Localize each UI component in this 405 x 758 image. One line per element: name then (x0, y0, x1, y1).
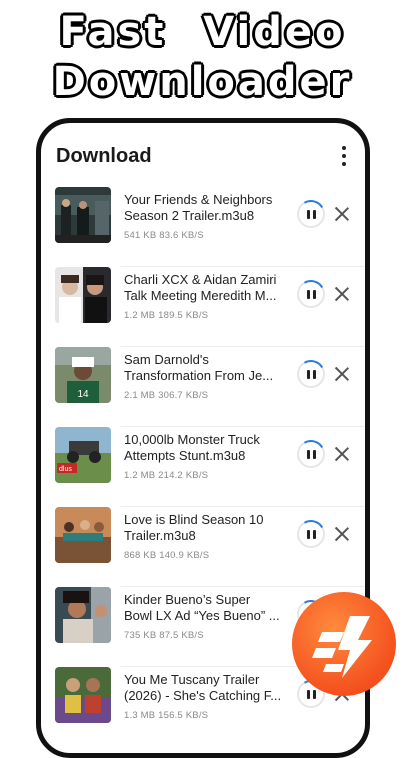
download-title-line2: Season 2 Trailer.m3u8 (124, 208, 255, 223)
pause-icon (307, 450, 310, 459)
pause-button[interactable] (293, 436, 329, 472)
download-size: 1.2 MB (124, 310, 156, 321)
download-title: Your Friends & Neighbors (124, 192, 273, 207)
promo-line-2: Downloader (52, 59, 353, 105)
pause-icon (307, 530, 310, 539)
download-title-line2: Trailer.m3u8 (124, 528, 196, 543)
download-title: Kinder Bueno’s Super (124, 592, 251, 607)
download-title-line2: (2026) - She's Catching F... (124, 688, 282, 703)
download-title-line2: Talk Meeting Meredith M... (124, 288, 277, 303)
page-title: Download (56, 145, 152, 167)
download-speed: 214.2 KB/S (158, 470, 209, 481)
download-title-line2: Attempts Stunt.m3u8 (124, 448, 246, 463)
close-icon[interactable] (334, 526, 350, 542)
video-thumbnail (55, 667, 111, 723)
pause-icon (307, 290, 310, 299)
download-item[interactable]: Your Friends & Neighbors Season 2 Trailer… (41, 187, 365, 267)
download-item[interactable]: 14 Sam Darnold's Transformation From Je..… (41, 347, 365, 427)
download-title-line2: Bowl LX Ad “Yes Bueno” ... (124, 608, 280, 623)
pause-button[interactable] (293, 196, 329, 232)
video-thumbnail (55, 587, 111, 643)
app-bar: Download (41, 123, 365, 187)
promo-line-1: Fast Video (59, 9, 346, 55)
video-thumbnail (55, 187, 111, 243)
more-vert-icon[interactable] (341, 146, 347, 166)
download-speed: 140.9 KB/S (159, 550, 210, 561)
video-thumbnail (55, 507, 111, 563)
pause-button[interactable] (293, 276, 329, 312)
svg-text:dlus: dlus (59, 466, 72, 473)
download-title: Love is Blind Season 10 (124, 512, 264, 527)
download-size: 541 KB (124, 230, 157, 241)
download-speed: 83.6 KB/S (159, 230, 204, 241)
download-title: 10,000lb Monster Truck (124, 432, 260, 447)
video-thumbnail (55, 267, 111, 323)
download-fab-button[interactable] (292, 592, 396, 696)
pause-button[interactable] (293, 516, 329, 552)
close-icon[interactable] (334, 366, 350, 382)
download-title: Sam Darnold's (124, 352, 209, 367)
download-speed: 87.5 KB/S (159, 630, 204, 641)
download-size: 1.2 MB (124, 470, 156, 481)
close-icon[interactable] (334, 206, 350, 222)
download-speed: 306.7 KB/S (158, 390, 209, 401)
close-icon[interactable] (334, 286, 350, 302)
pause-icon (307, 210, 310, 219)
download-size: 1.3 MB (124, 710, 156, 721)
download-speed: 156.5 KB/S (158, 710, 209, 721)
promo-heading: Fast Video Downloader (0, 8, 405, 102)
svg-text:14: 14 (77, 389, 89, 400)
download-title-line2: Transformation From Je... (124, 368, 274, 383)
video-thumbnail: dlus (55, 427, 111, 483)
pause-icon (307, 370, 310, 379)
download-title: You Me Tuscany Trailer (124, 672, 260, 687)
close-icon[interactable] (334, 446, 350, 462)
download-item[interactable]: Charli XCX & Aidan Zamiri Talk Meeting Me… (41, 267, 365, 347)
pause-button[interactable] (293, 356, 329, 392)
video-thumbnail: 14 (55, 347, 111, 403)
download-item[interactable]: Love is Blind Season 10 Trailer.m3u8 868 … (41, 507, 365, 587)
download-speed: 189.5 KB/S (158, 310, 209, 321)
download-title: Charli XCX & Aidan Zamiri (124, 272, 277, 287)
download-size: 735 KB (124, 630, 157, 641)
download-item[interactable]: dlus 10,000lb Monster Truck Attempts Stun… (41, 427, 365, 507)
download-size: 868 KB (124, 550, 157, 561)
lightning-bolt-icon (312, 616, 372, 678)
download-size: 2.1 MB (124, 390, 156, 401)
